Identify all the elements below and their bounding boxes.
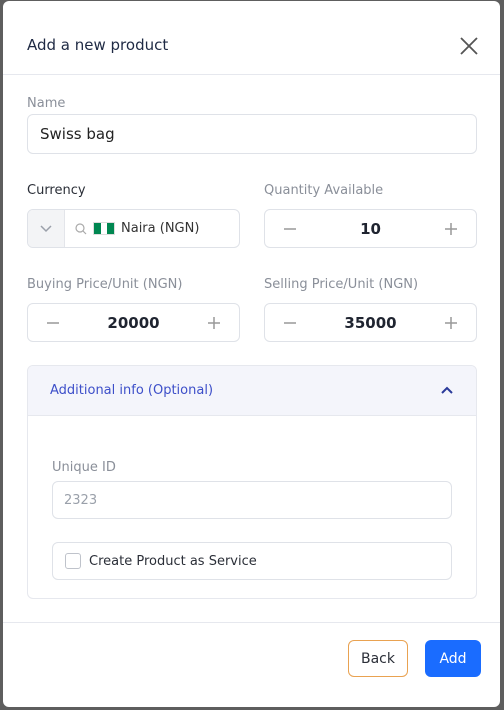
plus-icon[interactable] xyxy=(444,222,458,236)
name-label: Name xyxy=(27,96,66,111)
currency-label: Currency xyxy=(27,183,86,198)
service-checkbox[interactable] xyxy=(65,553,81,569)
buying-price-stepper[interactable]: 20000 xyxy=(27,303,240,342)
selling-price-label: Selling Price/Unit (NGN) xyxy=(264,277,419,292)
additional-info-header[interactable]: Additional info (Optional) xyxy=(28,366,476,416)
name-value: Swiss bag xyxy=(40,125,115,143)
search-icon xyxy=(75,222,87,234)
chevron-up-icon xyxy=(441,386,453,394)
modal-footer: Back Add xyxy=(3,622,500,708)
additional-info-accordion: Additional info (Optional) Unique ID 232… xyxy=(27,365,477,599)
name-input[interactable]: Swiss bag xyxy=(27,114,477,154)
service-option-row[interactable]: Create Product as Service xyxy=(52,542,452,580)
quantity-label: Quantity Available xyxy=(264,183,384,198)
service-checkbox-label: Create Product as Service xyxy=(89,553,257,569)
currency-display: Naira (NGN) xyxy=(65,221,199,236)
currency-value: Naira (NGN) xyxy=(121,221,200,236)
nigeria-flag-icon xyxy=(93,222,115,235)
add-button[interactable]: Add xyxy=(425,640,481,677)
quantity-value: 10 xyxy=(360,219,381,238)
close-icon[interactable] xyxy=(458,35,480,57)
minus-icon[interactable] xyxy=(283,316,297,330)
plus-icon[interactable] xyxy=(444,316,458,330)
buying-price-label: Buying Price/Unit (NGN) xyxy=(27,277,183,292)
unique-id-placeholder: 2323 xyxy=(64,492,98,508)
minus-icon[interactable] xyxy=(283,222,297,236)
additional-info-title: Additional info (Optional) xyxy=(50,383,214,398)
modal-header: Add a new product xyxy=(3,1,500,75)
unique-id-label: Unique ID xyxy=(52,460,116,475)
plus-icon[interactable] xyxy=(207,316,221,330)
currency-select[interactable]: Naira (NGN) xyxy=(27,209,240,248)
chevron-down-icon xyxy=(40,224,52,232)
quantity-stepper[interactable]: 10 xyxy=(264,209,477,248)
minus-icon[interactable] xyxy=(46,316,60,330)
back-button[interactable]: Back xyxy=(348,640,408,677)
modal-title: Add a new product xyxy=(27,36,169,54)
unique-id-input[interactable]: 2323 xyxy=(52,481,452,519)
buying-price-value: 20000 xyxy=(107,313,160,332)
selling-price-value: 35000 xyxy=(344,313,397,332)
add-product-modal: Add a new product Name Swiss bag Currenc… xyxy=(3,1,500,707)
selling-price-stepper[interactable]: 35000 xyxy=(264,303,477,342)
currency-dropdown-toggle[interactable] xyxy=(28,210,65,247)
